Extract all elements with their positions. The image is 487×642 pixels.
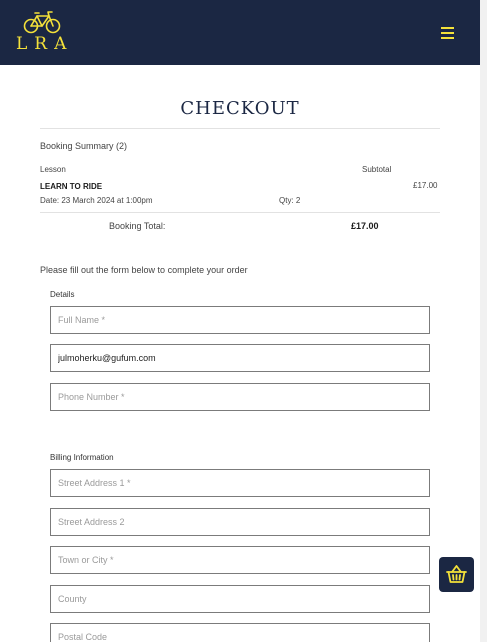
logo-text: LRA [16, 34, 74, 54]
booking-total-value: £17.00 [351, 221, 379, 231]
email-input[interactable] [51, 345, 429, 371]
page-title: CHECKOUT [180, 98, 300, 119]
street-address-2-field[interactable] [50, 508, 430, 536]
lesson-date: Date: 23 March 2024 at 1:00pm [40, 196, 153, 205]
phone-input[interactable] [51, 384, 429, 410]
phone-field[interactable] [50, 383, 430, 411]
full-name-field[interactable] [50, 306, 430, 334]
county-field[interactable] [50, 585, 430, 613]
lesson-column-header: Lesson [40, 165, 66, 174]
scrollbar[interactable] [480, 0, 487, 642]
checkout-page: LRA CHECKOUT Booking Summary (2) Lesson … [0, 0, 480, 642]
item-subtotal: £17.00 [413, 181, 438, 190]
basket-button[interactable] [439, 557, 474, 592]
town-city-field[interactable] [50, 546, 430, 574]
billing-heading: Billing Information [50, 453, 114, 462]
bicycle-icon [23, 11, 61, 34]
booking-total-label: Booking Total: [109, 221, 166, 231]
form-instruction: Please fill out the form below to comple… [40, 265, 248, 275]
site-logo[interactable]: LRA [16, 10, 72, 54]
lesson-name: LEARN TO RIDE [40, 182, 103, 191]
site-header: LRA [0, 0, 480, 65]
street-address-2-input[interactable] [51, 509, 429, 535]
postal-code-field[interactable] [50, 623, 430, 642]
email-field[interactable] [50, 344, 430, 372]
details-heading: Details [50, 290, 75, 299]
full-name-input[interactable] [51, 307, 429, 333]
subtotal-column-header: Subtotal [362, 165, 392, 174]
booking-summary-heading: Booking Summary (2) [40, 141, 128, 151]
street-address-1-input[interactable] [51, 470, 429, 496]
shopping-basket-icon [446, 565, 467, 583]
county-input[interactable] [51, 586, 429, 612]
divider [40, 212, 440, 213]
postal-code-input[interactable] [51, 624, 429, 642]
street-address-1-field[interactable] [50, 469, 430, 497]
lesson-quantity: Qty: 2 [279, 196, 301, 205]
divider [40, 128, 440, 129]
town-city-input[interactable] [51, 547, 429, 573]
hamburger-menu-icon[interactable] [439, 23, 457, 41]
